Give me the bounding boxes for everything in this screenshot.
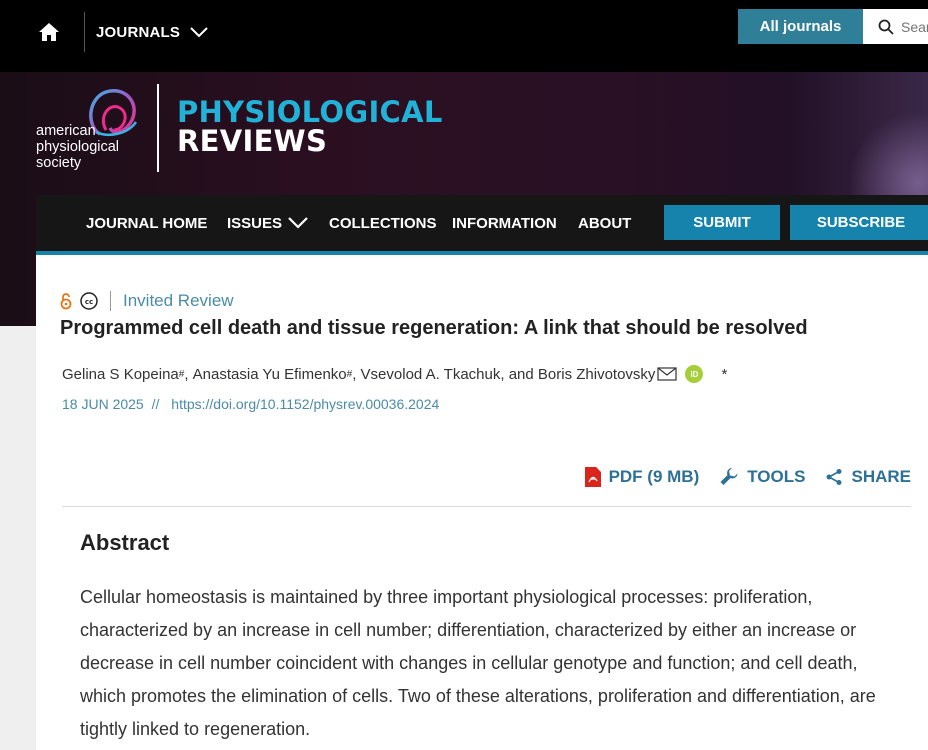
article-title: Programmed cell death and tissue regener… — [60, 317, 808, 339]
author-list: Gelina S Kopeina #, Anastasia Yu Efimenko… — [62, 365, 728, 383]
journal-nav: JOURNAL HOME ISSUES COLLECTIONS INFORMAT… — [36, 195, 928, 251]
author-link[interactable]: Anastasia Yu Efimenko — [193, 366, 347, 383]
submit-button[interactable]: SUBMIT — [664, 205, 780, 240]
article-tools: PDF (9 MB) TOOLS SHARE — [584, 467, 911, 487]
nav-about[interactable]: ABOUT — [578, 195, 631, 251]
abstract-text: Cellular homeostasis is maintained by th… — [80, 587, 876, 739]
chevron-down-icon — [190, 26, 208, 37]
pdf-icon — [584, 467, 601, 487]
publication-meta: 18 JUN 2025 // https://doi.org/10.1152/p… — [62, 396, 439, 412]
nav-journal-home[interactable]: JOURNAL HOME — [86, 195, 207, 251]
society-name: american physiological society — [36, 123, 120, 171]
open-access-icon[interactable] — [60, 292, 72, 310]
article-content: cc Invited Review Programmed cell death … — [36, 255, 928, 750]
email-icon[interactable] — [657, 367, 678, 381]
author-note-mark[interactable]: * — [721, 366, 727, 383]
chevron-down-icon — [288, 217, 308, 229]
share-button[interactable]: SHARE — [825, 467, 911, 487]
pdf-button[interactable]: PDF (9 MB) — [584, 467, 699, 487]
search-box[interactable] — [863, 9, 928, 44]
search-input[interactable] — [901, 18, 928, 35]
svg-text:cc: cc — [85, 298, 93, 306]
tools-button[interactable]: TOOLS — [719, 467, 805, 487]
nav-issues[interactable]: ISSUES — [227, 195, 308, 251]
search-icon — [878, 19, 894, 35]
publication-date: 18 JUN 2025 — [62, 396, 144, 412]
top-divider — [84, 12, 85, 52]
all-journals-button[interactable]: All journals — [738, 9, 863, 44]
meta-separator: // — [151, 396, 160, 412]
abstract-heading: Abstract — [80, 530, 170, 555]
author-link[interactable]: Gelina S Kopeina — [62, 366, 179, 383]
article-badges: cc Invited Review — [60, 290, 234, 312]
badge-divider — [110, 291, 111, 311]
author-link[interactable]: Vsevolod A. Tkachuk — [361, 366, 501, 383]
journals-label: JOURNALS — [96, 23, 181, 41]
tools-divider — [62, 506, 911, 507]
creative-commons-icon[interactable]: cc — [80, 292, 98, 310]
doi-link[interactable]: https://doi.org/10.1152/physrev.00036.20… — [171, 396, 439, 412]
journal-name[interactable]: PHYSIOLOGICAL REVIEWS — [177, 98, 443, 156]
article-type: Invited Review — [123, 291, 234, 310]
author-link[interactable]: Boris Zhivotovsky — [538, 366, 656, 383]
journals-menu[interactable]: JOURNALS — [96, 20, 208, 44]
home-icon[interactable] — [36, 20, 62, 44]
share-icon — [826, 469, 842, 485]
orcid-icon[interactable]: iD — [685, 365, 704, 383]
wrench-icon — [720, 468, 738, 485]
subscribe-button[interactable]: SUBSCRIBE — [790, 205, 928, 240]
logo-divider — [157, 84, 159, 172]
nav-information[interactable]: INFORMATION — [452, 195, 557, 251]
nav-collections[interactable]: COLLECTIONS — [329, 195, 437, 251]
top-bar: JOURNALS All journals — [0, 0, 928, 72]
